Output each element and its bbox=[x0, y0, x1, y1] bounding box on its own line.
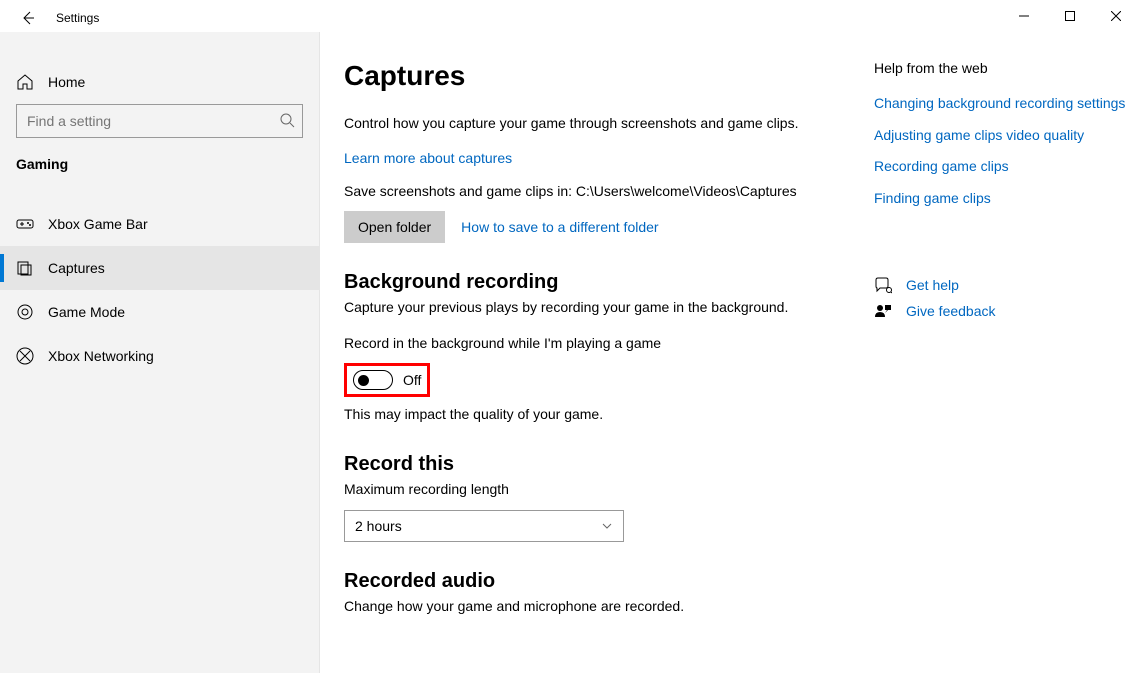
window-controls bbox=[1001, 0, 1139, 32]
bg-recording-toggle[interactable] bbox=[353, 370, 393, 390]
search-wrap bbox=[16, 104, 303, 138]
home-icon bbox=[16, 73, 34, 91]
sidebar-item-captures[interactable]: Captures bbox=[0, 246, 319, 290]
toggle-state-label: Off bbox=[403, 372, 421, 388]
game-bar-icon bbox=[16, 215, 34, 233]
help-link-recording-clips[interactable]: Recording game clips bbox=[874, 157, 1134, 177]
main-layout: Home Gaming Xbox Game Bar Captures bbox=[0, 32, 1139, 673]
sidebar-item-label: Game Mode bbox=[48, 304, 125, 320]
help-link-video-quality[interactable]: Adjusting game clips video quality bbox=[874, 126, 1134, 146]
maximize-button[interactable] bbox=[1047, 0, 1093, 32]
page-title: Captures bbox=[344, 60, 844, 92]
bg-recording-desc: Capture your previous plays by recording… bbox=[344, 298, 844, 318]
help-heading: Help from the web bbox=[874, 60, 1134, 76]
give-feedback-action[interactable]: Give feedback bbox=[874, 302, 1134, 322]
get-help-link[interactable]: Get help bbox=[906, 276, 959, 296]
maximize-icon bbox=[1065, 11, 1075, 21]
select-value: 2 hours bbox=[355, 518, 402, 534]
folder-row: Open folder How to save to a different f… bbox=[344, 211, 844, 243]
chevron-down-icon bbox=[601, 520, 613, 532]
help-link-bg-recording[interactable]: Changing background recording settings bbox=[874, 94, 1134, 114]
bg-recording-note: This may impact the quality of your game… bbox=[344, 405, 844, 425]
get-help-action[interactable]: Get help bbox=[874, 276, 1134, 296]
content: Captures Control how you capture your ga… bbox=[320, 32, 1139, 673]
intro-text: Control how you capture your game throug… bbox=[344, 114, 844, 134]
captures-icon bbox=[16, 259, 34, 277]
arrow-left-icon bbox=[20, 10, 36, 26]
toggle-highlight-annotation: Off bbox=[344, 363, 430, 397]
sidebar-item-label: Home bbox=[48, 74, 85, 90]
back-button[interactable] bbox=[18, 8, 38, 28]
help-icon bbox=[874, 277, 892, 295]
close-button[interactable] bbox=[1093, 0, 1139, 32]
sidebar-item-xbox-game-bar[interactable]: Xbox Game Bar bbox=[0, 202, 319, 246]
sidebar-item-home[interactable]: Home bbox=[0, 60, 319, 104]
give-feedback-link[interactable]: Give feedback bbox=[906, 302, 996, 322]
game-mode-icon bbox=[16, 303, 34, 321]
sidebar-section-label: Gaming bbox=[0, 156, 319, 182]
recorded-audio-desc: Change how your game and microphone are … bbox=[344, 597, 844, 617]
sidebar-item-label: Xbox Networking bbox=[48, 348, 154, 364]
save-path-label: Save screenshots and game clips in: C:\U… bbox=[344, 182, 844, 202]
sidebar: Home Gaming Xbox Game Bar Captures bbox=[0, 32, 320, 673]
content-main: Captures Control how you capture your ga… bbox=[344, 60, 844, 673]
toggle-knob bbox=[358, 375, 369, 386]
bg-toggle-label: Record in the background while I'm playi… bbox=[344, 334, 844, 354]
learn-more-link[interactable]: Learn more about captures bbox=[344, 150, 844, 166]
help-link-finding-clips[interactable]: Finding game clips bbox=[874, 189, 1134, 209]
open-folder-button[interactable]: Open folder bbox=[344, 211, 445, 243]
search-input[interactable] bbox=[16, 104, 303, 138]
window-title: Settings bbox=[56, 11, 99, 25]
max-length-select[interactable]: 2 hours bbox=[344, 510, 624, 542]
sidebar-item-label: Xbox Game Bar bbox=[48, 216, 148, 232]
titlebar-left: Settings bbox=[0, 0, 99, 28]
sidebar-item-game-mode[interactable]: Game Mode bbox=[0, 290, 319, 334]
feedback-icon bbox=[874, 303, 892, 321]
max-length-label: Maximum recording length bbox=[344, 480, 844, 500]
sidebar-item-label: Captures bbox=[48, 260, 105, 276]
minimize-icon bbox=[1019, 11, 1029, 21]
titlebar: Settings bbox=[0, 0, 1139, 32]
record-this-heading: Record this bbox=[344, 453, 844, 476]
bg-recording-heading: Background recording bbox=[344, 271, 844, 294]
close-icon bbox=[1111, 11, 1121, 21]
recorded-audio-heading: Recorded audio bbox=[344, 570, 844, 593]
minimize-button[interactable] bbox=[1001, 0, 1047, 32]
how-to-save-link[interactable]: How to save to a different folder bbox=[461, 219, 658, 235]
sidebar-item-xbox-networking[interactable]: Xbox Networking bbox=[0, 334, 319, 378]
xbox-icon bbox=[16, 347, 34, 365]
help-pane: Help from the web Changing background re… bbox=[874, 60, 1134, 673]
